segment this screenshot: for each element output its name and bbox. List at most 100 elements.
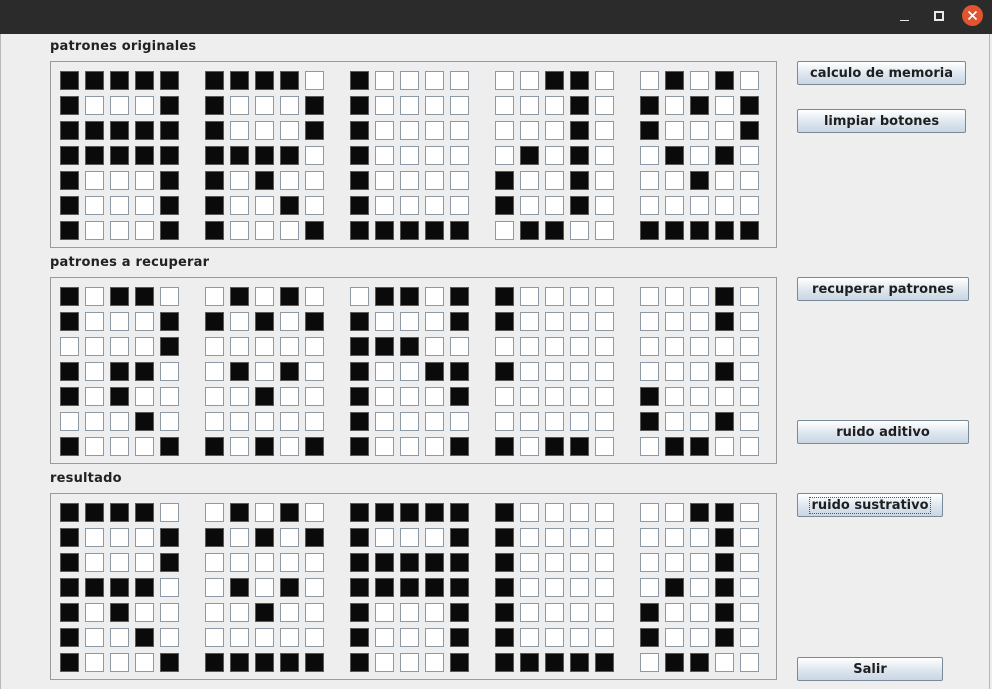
pattern-5-cell[interactable]: [690, 528, 709, 547]
pattern-4-cell[interactable]: [595, 603, 614, 622]
pattern-4-cell[interactable]: [570, 503, 589, 522]
pattern-4-cell[interactable]: [545, 312, 564, 331]
pattern-5-cell[interactable]: [715, 96, 734, 115]
pattern-1-cell[interactable]: [160, 312, 179, 331]
pattern-2-cell[interactable]: [280, 196, 299, 215]
pattern-3-cell[interactable]: [375, 146, 394, 165]
pattern-5-cell[interactable]: [665, 196, 684, 215]
pattern-5-cell[interactable]: [740, 171, 759, 190]
pattern-2-cell[interactable]: [205, 528, 224, 547]
pattern-1-cell[interactable]: [110, 628, 129, 647]
pattern-4-cell[interactable]: [545, 412, 564, 431]
pattern-4-cell[interactable]: [545, 146, 564, 165]
pattern-1-cell[interactable]: [160, 437, 179, 456]
pattern-3-cell[interactable]: [350, 287, 369, 306]
pattern-5-cell[interactable]: [640, 146, 659, 165]
pattern-4-cell[interactable]: [495, 628, 514, 647]
pattern-4-cell[interactable]: [545, 287, 564, 306]
pattern-1-cell[interactable]: [85, 171, 104, 190]
pattern-1-cell[interactable]: [160, 653, 179, 672]
pattern-1-cell[interactable]: [160, 287, 179, 306]
pattern-1-cell[interactable]: [110, 528, 129, 547]
pattern-5-cell[interactable]: [665, 337, 684, 356]
pattern-2-cell[interactable]: [305, 96, 324, 115]
pattern-1-cell[interactable]: [135, 96, 154, 115]
pattern-4-cell[interactable]: [495, 287, 514, 306]
pattern-2-cell[interactable]: [230, 578, 249, 597]
pattern-3-cell[interactable]: [400, 221, 419, 240]
pattern-5-cell[interactable]: [665, 553, 684, 572]
ruido-sustrativo-button[interactable]: ruido sustrativo: [797, 493, 943, 517]
pattern-1-cell[interactable]: [135, 312, 154, 331]
pattern-1-cell[interactable]: [110, 503, 129, 522]
pattern-3-cell[interactable]: [400, 146, 419, 165]
pattern-4-cell[interactable]: [595, 437, 614, 456]
pattern-2-cell[interactable]: [205, 196, 224, 215]
pattern-4-cell[interactable]: [595, 287, 614, 306]
pattern-1-cell[interactable]: [160, 221, 179, 240]
pattern-1-cell[interactable]: [60, 146, 79, 165]
pattern-4-cell[interactable]: [495, 146, 514, 165]
pattern-5-cell[interactable]: [665, 387, 684, 406]
pattern-2-cell[interactable]: [205, 96, 224, 115]
pattern-5-cell[interactable]: [690, 503, 709, 522]
pattern-2-cell[interactable]: [255, 171, 274, 190]
pattern-4-cell[interactable]: [545, 121, 564, 140]
pattern-3-cell[interactable]: [425, 553, 444, 572]
pattern-4-cell[interactable]: [595, 121, 614, 140]
pattern-5-cell[interactable]: [740, 221, 759, 240]
pattern-1-cell[interactable]: [60, 412, 79, 431]
pattern-5-cell[interactable]: [640, 437, 659, 456]
pattern-2-cell[interactable]: [305, 121, 324, 140]
pattern-5-cell[interactable]: [690, 146, 709, 165]
pattern-2-cell[interactable]: [230, 387, 249, 406]
pattern-2-cell[interactable]: [205, 553, 224, 572]
pattern-4-cell[interactable]: [520, 362, 539, 381]
pattern-4-cell[interactable]: [495, 337, 514, 356]
ruido-aditivo-button[interactable]: ruido aditivo: [797, 420, 969, 444]
pattern-5-cell[interactable]: [640, 578, 659, 597]
pattern-5-cell[interactable]: [740, 412, 759, 431]
pattern-2-cell[interactable]: [305, 146, 324, 165]
pattern-4-cell[interactable]: [495, 578, 514, 597]
pattern-5-cell[interactable]: [640, 96, 659, 115]
pattern-3-cell[interactable]: [375, 503, 394, 522]
pattern-1-cell[interactable]: [110, 362, 129, 381]
pattern-1-cell[interactable]: [85, 628, 104, 647]
pattern-3-cell[interactable]: [400, 437, 419, 456]
pattern-5-cell[interactable]: [690, 578, 709, 597]
pattern-4-cell[interactable]: [495, 653, 514, 672]
pattern-4-cell[interactable]: [545, 553, 564, 572]
pattern-4-cell[interactable]: [595, 528, 614, 547]
pattern-1-cell[interactable]: [135, 628, 154, 647]
pattern-4-cell[interactable]: [495, 503, 514, 522]
pattern-2-cell[interactable]: [280, 578, 299, 597]
pattern-2-cell[interactable]: [280, 171, 299, 190]
pattern-4-cell[interactable]: [595, 628, 614, 647]
pattern-4-cell[interactable]: [520, 628, 539, 647]
pattern-5-cell[interactable]: [740, 337, 759, 356]
recuperar-patrones-button[interactable]: recuperar patrones: [797, 277, 969, 301]
pattern-4-cell[interactable]: [570, 362, 589, 381]
pattern-4-cell[interactable]: [595, 96, 614, 115]
pattern-3-cell[interactable]: [350, 387, 369, 406]
pattern-2-cell[interactable]: [305, 287, 324, 306]
pattern-4-cell[interactable]: [570, 96, 589, 115]
pattern-3-cell[interactable]: [350, 146, 369, 165]
pattern-1-cell[interactable]: [110, 337, 129, 356]
pattern-3-cell[interactable]: [450, 312, 469, 331]
pattern-5-cell[interactable]: [690, 96, 709, 115]
pattern-4-cell[interactable]: [570, 196, 589, 215]
pattern-4-cell[interactable]: [520, 287, 539, 306]
pattern-4-cell[interactable]: [520, 196, 539, 215]
pattern-5-cell[interactable]: [640, 553, 659, 572]
pattern-2-cell[interactable]: [255, 96, 274, 115]
pattern-5-cell[interactable]: [740, 553, 759, 572]
pattern-1-cell[interactable]: [160, 146, 179, 165]
pattern-1-cell[interactable]: [85, 528, 104, 547]
pattern-2-cell[interactable]: [205, 71, 224, 90]
pattern-2-cell[interactable]: [280, 603, 299, 622]
pattern-1-cell[interactable]: [110, 578, 129, 597]
pattern-5-cell[interactable]: [740, 387, 759, 406]
pattern-5-cell[interactable]: [690, 653, 709, 672]
